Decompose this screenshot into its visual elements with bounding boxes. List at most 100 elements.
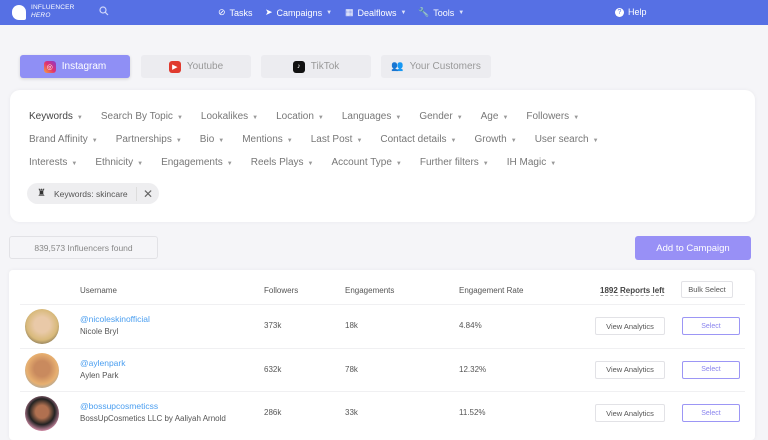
filter-contact-details[interactable]: Contact details▼	[380, 134, 456, 145]
avatar[interactable]	[25, 396, 59, 431]
tab-instagram[interactable]: ◎ Instagram	[20, 55, 130, 78]
check-circle-icon: ⊘	[218, 7, 226, 18]
avatar[interactable]	[25, 309, 59, 344]
engagement-rate-value: 12.32%	[459, 365, 486, 374]
chevron-down-icon: ▼	[137, 161, 143, 167]
chevron-down-icon: ▼	[308, 161, 314, 167]
filter-lookalikes[interactable]: Lookalikes▼	[201, 111, 258, 122]
filter-label: IH Magic	[507, 157, 546, 168]
chevron-down-icon: ▼	[227, 161, 233, 167]
table-row: @nicoleskinofficial Nicole Bryl 373k 18k…	[20, 304, 745, 347]
filter-engagements[interactable]: Engagements ▼	[161, 157, 233, 168]
filter-age[interactable]: Age▼	[481, 111, 509, 122]
table-row: @aylenpark Aylen Park 632k 78k 12.32% Vi…	[20, 348, 745, 391]
filter-gender[interactable]: Gender▼	[419, 111, 462, 122]
filter-interests[interactable]: Interests▼	[29, 157, 77, 168]
filter-label: Engagements	[161, 157, 223, 168]
instagram-icon: ◎	[44, 61, 56, 73]
filter-label: Ethnicity	[95, 157, 133, 168]
filter-location[interactable]: Location▼	[276, 111, 324, 122]
filter-last-post[interactable]: Last Post▼	[311, 134, 363, 145]
select-button[interactable]: Select	[682, 317, 740, 335]
nav-tools[interactable]: 🔧Tools▼	[418, 7, 464, 18]
add-to-campaign-button[interactable]: Add to Campaign	[635, 236, 751, 260]
nav-dealflows[interactable]: ▦Dealflows▼	[345, 7, 406, 18]
filter-label: Languages	[342, 111, 392, 122]
chevron-down-icon: ▼	[356, 138, 362, 144]
nav-dealflows-label: Dealflows	[358, 8, 397, 18]
youtube-icon: ▶	[169, 61, 181, 73]
filter-label: Interests	[29, 157, 67, 168]
filter-row: Interests▼Ethnicity▼Engagements▼Reels Pl…	[29, 157, 574, 168]
username-link[interactable]: @aylenpark	[80, 358, 125, 368]
filter-ethnicity[interactable]: Ethnicity ▼	[95, 157, 143, 168]
tab-label: Instagram	[62, 61, 106, 72]
followers-value: 632k	[264, 365, 281, 374]
filter-keywords[interactable]: Keywords▼	[29, 111, 83, 122]
search-icon[interactable]	[99, 6, 109, 16]
nav-tasks-label: Tasks	[230, 8, 253, 18]
col-engagement-rate[interactable]: Engagement Rate	[459, 286, 524, 295]
filter-row: Brand Affinity▼ Partnerships▼ Bio▼ Mentions…	[29, 134, 617, 145]
bulk-select-button[interactable]: Bulk Select	[681, 281, 733, 298]
nav-help[interactable]: ?Help	[615, 7, 647, 17]
logo-icon[interactable]	[12, 5, 26, 20]
filter-partnerships[interactable]: Partnerships▼	[116, 134, 182, 145]
filter-row: Keywords▼Search By Topic▼Lookalikes▼Loca…	[29, 111, 597, 122]
engagement-rate-value: 4.84%	[459, 321, 482, 330]
view-analytics-button[interactable]: View Analytics	[595, 317, 665, 335]
nav-tasks[interactable]: ⊘ Tasks	[218, 7, 253, 18]
filter-brand-affinity[interactable]: Brand Affinity▼	[29, 134, 98, 145]
username-link[interactable]: @bossupcosmeticss	[80, 401, 158, 411]
remove-filter-icon[interactable]: ✕	[136, 187, 159, 201]
tab-label: Your Customers	[410, 61, 481, 72]
filter-growth[interactable]: Growth ▼	[475, 134, 517, 145]
filter-ih-magic[interactable]: IH Magic ▼	[507, 157, 556, 168]
filter-label: Search By Topic	[101, 111, 173, 122]
filter-user-search[interactable]: User search▼	[535, 134, 599, 145]
filter-label: Growth	[475, 134, 507, 145]
tab-tiktok[interactable]: ♪TikTok	[261, 55, 371, 78]
avatar[interactable]	[25, 353, 59, 388]
filter-followers[interactable]: Followers▼	[526, 111, 579, 122]
filter-label: Followers	[526, 111, 569, 122]
results-count: 839,573 Influencers found	[9, 236, 158, 259]
filter-account-type[interactable]: Account Type▼	[332, 157, 402, 168]
chevron-down-icon: ▼	[511, 138, 517, 144]
chevron-down-icon: ▼	[550, 161, 556, 167]
filter-mentions[interactable]: Mentions▼	[242, 134, 293, 145]
view-analytics-button[interactable]: View Analytics	[595, 361, 665, 379]
engagements-value: 18k	[345, 321, 358, 330]
filter-search-by-topic[interactable]: Search By Topic▼	[101, 111, 183, 122]
view-analytics-button[interactable]: View Analytics	[595, 404, 665, 422]
username-link[interactable]: @nicoleskinofficial	[80, 314, 150, 324]
full-name: BossUpCosmetics LLC by Aaliyah Arnold	[80, 414, 226, 423]
filter-label: Keywords	[29, 111, 73, 122]
filter-further-filters[interactable]: Further filters▼	[420, 157, 489, 168]
grid-icon: ▦	[345, 7, 354, 18]
tab-your-customers[interactable]: 👥Your Customers	[381, 55, 491, 78]
select-button[interactable]: Select	[682, 361, 740, 379]
filter-reels-plays[interactable]: Reels Plays▼	[251, 157, 314, 168]
table-row: @bossupcosmeticss BossUpCosmetics LLC by…	[20, 391, 745, 434]
nav-campaigns[interactable]: ➤Campaigns▼	[265, 7, 332, 18]
tab-youtube[interactable]: ▶Youtube	[141, 55, 251, 78]
nav-tools-label: Tools	[433, 8, 454, 18]
chevron-down-icon: ▼	[176, 138, 182, 144]
chip-label: Keywords: skincare	[54, 189, 136, 199]
chevron-down-icon: ▼	[593, 138, 599, 144]
filter-bio[interactable]: Bio▼	[200, 134, 224, 145]
filter-languages[interactable]: Languages▼	[342, 111, 401, 122]
filter-label: Lookalikes	[201, 111, 248, 122]
keyword-icon: ♜	[37, 188, 46, 199]
col-username[interactable]: Username	[80, 286, 117, 295]
chevron-down-icon: ▼	[483, 161, 489, 167]
chevron-down-icon: ▼	[318, 115, 324, 121]
reports-left: 1892 Reports left	[600, 286, 664, 296]
select-button[interactable]: Select	[682, 404, 740, 422]
col-engagements[interactable]: Engagements	[345, 286, 394, 295]
nav-help-label: Help	[628, 7, 647, 17]
full-name: Aylen Park	[80, 371, 119, 380]
filter-label: Age	[481, 111, 499, 122]
col-followers[interactable]: Followers	[264, 286, 298, 295]
